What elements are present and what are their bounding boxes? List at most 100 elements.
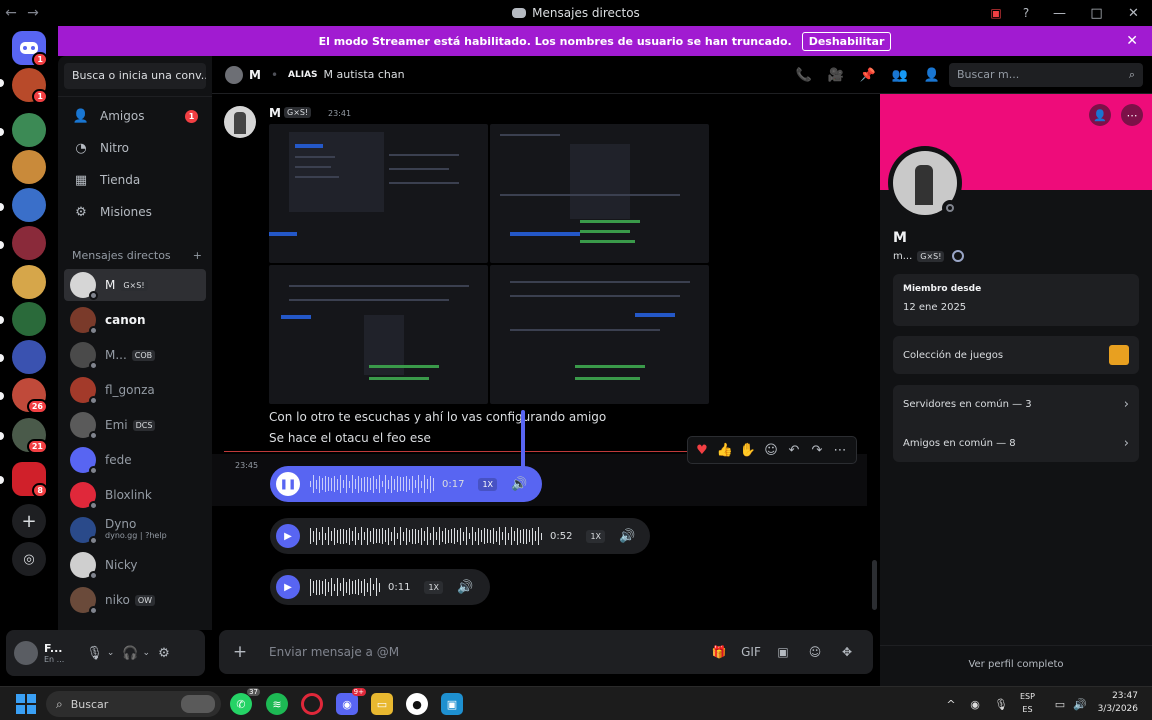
- dm-item[interactable]: canon: [64, 304, 206, 336]
- view-full-profile-link[interactable]: Ver perfil completo: [880, 659, 1152, 670]
- heart-reaction-icon[interactable]: ♥: [692, 443, 712, 458]
- chevron-down-icon[interactable]: ⌄: [107, 648, 115, 658]
- waveform[interactable]: [310, 474, 434, 494]
- server-icon[interactable]: [12, 340, 46, 374]
- minimize-button[interactable]: —: [1041, 0, 1078, 26]
- badge-icon[interactable]: [952, 250, 965, 262]
- microphone-icon[interactable]: 🎙: [86, 646, 103, 661]
- volume-icon[interactable]: 🔊: [511, 477, 527, 492]
- emoji-icon[interactable]: ☺: [799, 645, 831, 659]
- find-conversation-input[interactable]: Busca o inicia una conv...: [64, 63, 206, 89]
- server-icon[interactable]: 26: [12, 378, 48, 414]
- whatsapp-icon[interactable]: ✆ 37: [230, 688, 260, 715]
- taskbar-search[interactable]: ⌕ Buscar: [46, 691, 221, 717]
- profile-avatar[interactable]: [888, 146, 962, 220]
- game-collection-card[interactable]: Colección de juegos: [893, 336, 1139, 374]
- playback-speed-button[interactable]: 1X: [478, 477, 498, 491]
- gift-icon[interactable]: 🎁: [703, 645, 735, 659]
- search-input[interactable]: Buscar m... ⌕: [949, 63, 1143, 87]
- discord-home-button[interactable]: 1: [12, 31, 48, 67]
- wave-reaction-icon[interactable]: ✋: [738, 443, 758, 458]
- mutual-servers-row[interactable]: Servidores en común — 3 ›: [893, 385, 1139, 423]
- file-explorer-icon[interactable]: ▭: [371, 693, 393, 715]
- pin-icon[interactable]: 📌: [852, 68, 884, 83]
- pause-icon[interactable]: ❚❚: [276, 472, 300, 496]
- dm-item[interactable]: niko OW: [64, 584, 206, 616]
- dm-item[interactable]: fede: [64, 444, 206, 476]
- volume-tray-icon[interactable]: 🔊: [1070, 698, 1090, 711]
- add-reaction-icon[interactable]: ☺: [761, 443, 781, 458]
- waveform[interactable]: [310, 526, 542, 546]
- waveform[interactable]: [310, 577, 380, 597]
- dm-item[interactable]: Dyno dyno.gg | ?help: [64, 514, 206, 546]
- discord-taskbar-icon[interactable]: ◉ 9+: [336, 688, 366, 715]
- windows-start-icon[interactable]: [16, 694, 36, 714]
- create-dm-icon[interactable]: +: [193, 249, 202, 262]
- play-icon[interactable]: ▶: [276, 575, 300, 599]
- dm-item[interactable]: Emi DCS: [64, 409, 206, 441]
- nav-shop[interactable]: ▦ Tienda: [64, 165, 206, 195]
- add-server-button[interactable]: +: [12, 504, 46, 538]
- close-icon[interactable]: ✕: [1126, 33, 1138, 49]
- show-hidden-icons[interactable]: ^: [940, 698, 962, 711]
- dm-item[interactable]: fl_gonza: [64, 374, 206, 406]
- play-icon[interactable]: ▶: [276, 524, 300, 548]
- more-options-icon[interactable]: ⋯: [830, 443, 850, 458]
- chevron-down-icon[interactable]: ⌄: [143, 648, 151, 658]
- server-icon[interactable]: [12, 113, 46, 147]
- opera-icon[interactable]: [301, 693, 323, 715]
- message-composer[interactable]: + Enviar mensaje a @M 🎁 GIF ▣ ☺ ✥: [219, 630, 873, 674]
- image-attachment[interactable]: [269, 265, 488, 404]
- reply-icon[interactable]: ↶: [784, 443, 804, 458]
- playback-speed-button[interactable]: 1X: [424, 580, 444, 594]
- github-icon[interactable]: ●: [406, 693, 428, 715]
- forward-arrow-icon[interactable]: →: [22, 5, 44, 21]
- voice-call-icon[interactable]: 📞: [788, 68, 820, 83]
- mutual-friends-row[interactable]: Amigos en común — 8 ›: [893, 424, 1139, 462]
- back-arrow-icon[interactable]: ←: [0, 5, 22, 21]
- system-clock[interactable]: 23:47 3/3/2026: [1098, 690, 1138, 716]
- thumbs-up-reaction-icon[interactable]: 👍: [715, 443, 735, 458]
- add-friends-icon[interactable]: 👥: [884, 68, 916, 83]
- server-icon[interactable]: [12, 226, 46, 260]
- avatar[interactable]: [14, 641, 38, 665]
- server-icon[interactable]: 21: [12, 418, 48, 454]
- headphones-icon[interactable]: 🎧: [122, 646, 138, 661]
- maximize-button[interactable]: □: [1078, 0, 1115, 26]
- image-attachment[interactable]: [269, 124, 488, 263]
- nav-quests[interactable]: ⚙ Misiones: [64, 197, 206, 227]
- image-attachment[interactable]: [490, 124, 709, 263]
- server-icon[interactable]: [12, 150, 46, 184]
- nav-nitro[interactable]: ◔ Nitro: [64, 133, 206, 163]
- server-icon[interactable]: 1: [12, 68, 48, 104]
- volume-icon[interactable]: 🔊: [619, 529, 635, 544]
- dm-item[interactable]: M... COB: [64, 339, 206, 371]
- server-icon[interactable]: [12, 302, 46, 336]
- close-window-button[interactable]: ✕: [1115, 0, 1152, 26]
- gif-icon[interactable]: GIF: [735, 645, 767, 659]
- server-icon[interactable]: 8: [12, 462, 48, 498]
- apps-icon[interactable]: ✥: [831, 645, 863, 659]
- updates-icon[interactable]: ▣: [981, 0, 1011, 26]
- video-call-icon[interactable]: 🎥: [820, 68, 852, 83]
- playback-speed-button[interactable]: 1X: [586, 529, 606, 543]
- dm-item[interactable]: Nicky: [64, 549, 206, 581]
- user-profile-icon[interactable]: 👤: [916, 68, 948, 83]
- app-icon[interactable]: ▣: [441, 693, 463, 715]
- microphone-tray-icon[interactable]: 🎙: [988, 698, 1014, 711]
- language-indicator[interactable]: ESP ES: [1020, 690, 1035, 716]
- server-icon[interactable]: [12, 188, 46, 222]
- help-icon[interactable]: ?: [1011, 0, 1041, 26]
- settings-gear-icon[interactable]: ⚙: [158, 646, 170, 661]
- disable-streamer-button[interactable]: Deshabilitar: [801, 31, 892, 51]
- explore-icon[interactable]: ◎: [12, 542, 46, 576]
- dm-item[interactable]: M G×S!: [64, 269, 206, 301]
- discord-tray-icon[interactable]: ◉: [962, 698, 988, 711]
- nav-friends[interactable]: 👤 Amigos 1: [64, 101, 206, 131]
- volume-icon[interactable]: 🔊: [457, 580, 473, 595]
- dm-item[interactable]: Bloxlink: [64, 479, 206, 511]
- image-attachment[interactable]: [490, 265, 709, 404]
- sticker-icon[interactable]: ▣: [767, 645, 799, 659]
- more-options-icon[interactable]: ⋯: [1121, 104, 1143, 126]
- network-icon[interactable]: ▭: [1050, 698, 1070, 711]
